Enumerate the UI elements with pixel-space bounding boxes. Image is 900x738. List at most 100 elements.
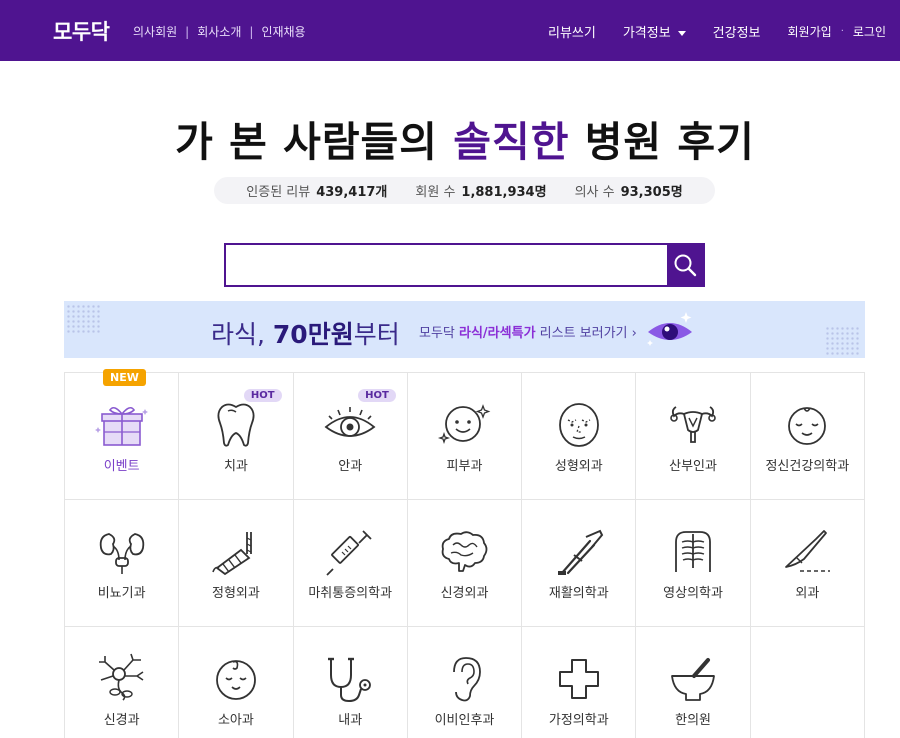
nav-separator: | — [185, 24, 190, 39]
category-korean-medicine[interactable]: 한의원 — [636, 627, 751, 738]
hot-badge: HOT — [358, 389, 396, 402]
category-label: 신경과 — [103, 713, 140, 728]
crutch-icon — [557, 529, 603, 575]
stats-bar: 인증된 리뷰 439,417개 회원 수 1,881,934명 의사 수 93,305… — [214, 177, 715, 204]
category-orthopedics[interactable]: 정형외과 — [179, 500, 294, 627]
category-label: 이비인후과 — [434, 713, 495, 728]
category-label: 신경외과 — [440, 586, 489, 601]
category-label: 소아과 — [217, 713, 254, 728]
lasik-promo-banner[interactable]: 라식, 70만원부터 모두닥 라식/라섹특가 리스트 보러가기 › — [64, 301, 865, 358]
banner-link-pre: 모두닥 — [419, 326, 460, 341]
stat-members-label: 회원 수 — [415, 185, 456, 200]
calm-face-icon — [788, 407, 827, 445]
search-bar — [224, 243, 705, 287]
search-icon — [674, 254, 697, 277]
category-label: 내과 — [338, 713, 363, 728]
category-dermatology[interactable]: 피부과 — [407, 373, 523, 500]
category-label: 성형외과 — [554, 459, 603, 474]
stethoscope-icon — [328, 657, 372, 703]
headline-pre: 가 본 사람들의 — [175, 118, 454, 166]
kidney-icon — [99, 533, 144, 574]
top-nav: 모두닥 의사회원 | 회사소개 | 인재채용 리뷰쓰기 가격정보 건강정보 회원… — [0, 0, 900, 61]
category-grid: NEW 이벤트 HOT 치과 HOT 안과 피부과 성형외과 산부인과 정신건강… — [64, 369, 865, 738]
face-sparkle-icon — [438, 404, 491, 445]
caret-down-icon — [677, 31, 686, 36]
new-badge: NEW — [103, 369, 146, 386]
category-anesthesiology[interactable]: 마취통증의학과 — [293, 500, 408, 627]
category-label: 피부과 — [446, 459, 483, 474]
category-label: 산부인과 — [669, 459, 717, 474]
stat-doctors-label: 의사 수 — [574, 185, 615, 200]
nav-link-price-info[interactable]: 가격정보 — [623, 22, 686, 41]
category-label: 비뇨기과 — [97, 586, 146, 601]
category-label: 영상의학과 — [663, 586, 723, 601]
category-neurology[interactable]: 신경과 — [65, 627, 180, 738]
banner-dots-decoration — [825, 326, 861, 356]
category-plastic-surgery[interactable]: 성형외과 — [522, 373, 637, 500]
nav-link-careers[interactable]: 인재채용 — [261, 23, 305, 40]
nav-dot: · — [840, 26, 844, 37]
nav-link-health-info[interactable]: 건강정보 — [713, 22, 761, 41]
nav-link-doctor-member[interactable]: 의사회원 — [133, 23, 177, 40]
banner-link-highlight: 라식/라섹특가 — [459, 326, 536, 341]
main-links: 리뷰쓰기 가격정보 건강정보 회원가입 · 로그인 — [521, 22, 886, 41]
category-neurosurgery[interactable]: 신경외과 — [407, 500, 523, 627]
category-obgyn[interactable]: 산부인과 — [636, 373, 751, 500]
nav-link-price-info-label: 가격정보 — [622, 26, 671, 41]
baby-face-icon — [216, 660, 256, 700]
logo[interactable]: 모두닥 — [53, 16, 110, 46]
mortar-icon — [671, 658, 715, 701]
category-rehabilitation[interactable]: 재활의학과 — [522, 500, 637, 627]
stat-reviews-value: 439,417개 — [316, 185, 388, 200]
nav-link-write-review[interactable]: 리뷰쓰기 — [548, 22, 596, 41]
category-label: 이벤트 — [103, 459, 140, 474]
stat-reviews-label: 인증된 리뷰 — [246, 185, 311, 200]
category-dental[interactable]: HOT 치과 — [179, 373, 294, 500]
nav-link-company[interactable]: 회사소개 — [197, 23, 241, 40]
page-headline: 가 본 사람들의 솔직한 병원 후기 — [0, 108, 900, 168]
category-label: 외과 — [795, 586, 820, 601]
brain-icon — [442, 531, 488, 572]
syringe-icon — [326, 530, 372, 576]
stat-reviews: 인증된 리뷰 439,417개 — [246, 181, 387, 200]
category-internal-medicine[interactable]: 내과 — [294, 627, 408, 738]
category-family-medicine[interactable]: 가정의학과 — [522, 627, 637, 738]
category-pediatrics[interactable]: 소아과 — [179, 627, 294, 738]
category-label: 치과 — [223, 459, 248, 474]
nav-separator: | — [249, 24, 254, 39]
category-ent[interactable]: 이비인후과 — [408, 627, 523, 738]
banner-dots-decoration — [66, 304, 102, 334]
signup-link[interactable]: 회원가입 — [788, 23, 832, 40]
category-psychiatry[interactable]: 정신건강의학과 — [750, 373, 865, 500]
category-ophthalmology[interactable]: HOT 안과 — [293, 373, 408, 500]
eye-icon — [324, 407, 376, 437]
category-label: 재활의학과 — [548, 586, 609, 601]
category-urology[interactable]: 비뇨기과 — [65, 500, 180, 627]
category-event[interactable]: NEW 이벤트 — [65, 369, 180, 500]
uterus-icon — [670, 406, 716, 443]
banner-headline-post: 부터 — [353, 320, 400, 349]
stat-doctors: 의사 수 93,305명 — [575, 181, 683, 200]
banner-headline-price: 70만원 — [272, 320, 354, 349]
login-link[interactable]: 로그인 — [853, 23, 886, 40]
cross-icon — [558, 659, 599, 699]
search-input[interactable] — [226, 245, 667, 285]
face-dotted-icon — [558, 403, 599, 447]
headline-accent: 솔직한 — [453, 118, 570, 166]
xray-icon — [675, 531, 711, 572]
search-button[interactable] — [667, 245, 703, 285]
tooth-icon — [217, 403, 255, 447]
category-label: 가정의학과 — [548, 713, 609, 728]
stat-members-value: 1,881,934명 — [461, 185, 547, 200]
category-radiology[interactable]: 영상의학과 — [636, 500, 751, 627]
neuron-icon — [98, 653, 144, 701]
stat-doctors-value: 93,305명 — [620, 185, 683, 200]
category-label: 마취통증의학과 — [308, 586, 393, 601]
stat-members: 회원 수 1,881,934명 — [415, 181, 546, 200]
category-label: 정형외과 — [212, 586, 260, 601]
category-label: 정신건강의학과 — [765, 459, 850, 474]
empty-cell — [751, 627, 865, 738]
banner-link-text: 모두닥 라식/라섹특가 리스트 보러가기 › — [419, 322, 637, 341]
category-surgery[interactable]: 외과 — [750, 500, 865, 627]
ear-icon — [453, 657, 482, 702]
